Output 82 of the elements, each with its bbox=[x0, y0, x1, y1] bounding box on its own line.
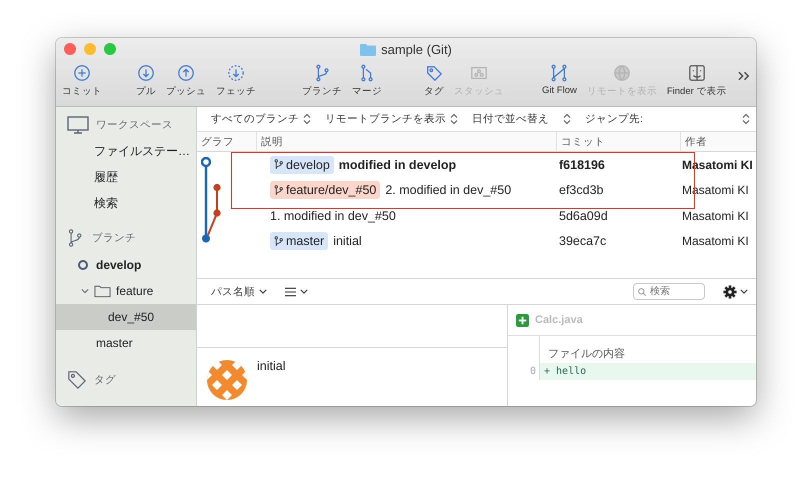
stash-box-icon bbox=[470, 64, 488, 82]
sidebar-item[interactable]: 検索 bbox=[56, 190, 196, 216]
chevron-down-icon bbox=[740, 289, 748, 294]
file-added-icon bbox=[516, 314, 529, 326]
stepper-icon[interactable] bbox=[742, 113, 750, 125]
jump-to-label: ジャンプ先: bbox=[585, 112, 643, 126]
commit-message: 2. modified in dev_#50 bbox=[385, 183, 512, 198]
sort-dropdown[interactable]: パス名順 bbox=[211, 284, 267, 298]
file-name: Calc.java bbox=[535, 314, 583, 326]
commit-message: 1. modified in dev_#50 bbox=[270, 208, 396, 223]
toolbar-button[interactable]: Finder で表示 bbox=[664, 64, 728, 98]
commit-hash: 39eca7c bbox=[558, 233, 608, 250]
section-header: ブランチ bbox=[92, 231, 136, 245]
search-input[interactable]: 検索 bbox=[650, 286, 700, 297]
branch-label[interactable]: feature/dev_#50 bbox=[270, 181, 380, 200]
toolbar-button[interactable]: Git Flow bbox=[540, 64, 579, 98]
finder-face-icon bbox=[688, 64, 706, 82]
branch-label[interactable]: develop bbox=[270, 156, 334, 174]
commit-hash: ef3cd3b bbox=[558, 182, 604, 200]
section-header: ワークスペース bbox=[96, 118, 173, 132]
folder-icon bbox=[94, 284, 111, 298]
up-arrow-circle-icon bbox=[177, 64, 195, 82]
avatar-icon bbox=[207, 360, 247, 400]
chevron-down-icon bbox=[300, 289, 308, 294]
search-field[interactable]: 検索 bbox=[633, 283, 705, 300]
sidebar-item[interactable]: 履歴 bbox=[56, 164, 196, 190]
list-icon bbox=[285, 286, 296, 296]
window-title: sample (Git) bbox=[381, 42, 452, 56]
branch-label[interactable]: master bbox=[270, 232, 328, 250]
toolbar-button[interactable]: フェッチ bbox=[214, 64, 258, 98]
toolbar-button[interactable]: ブランチ bbox=[300, 64, 344, 98]
diff-heading: ファイルの内容 bbox=[548, 346, 625, 361]
commit-author: Masatomi KI bbox=[681, 233, 750, 250]
branch-icon bbox=[274, 184, 283, 196]
tag-icon bbox=[67, 370, 87, 390]
column-header[interactable]: 説明 bbox=[256, 132, 556, 152]
globe-icon bbox=[612, 64, 631, 82]
commit-author: Masatomi KI bbox=[681, 208, 750, 225]
column-header[interactable]: グラフ bbox=[197, 132, 256, 152]
line-number: 0 bbox=[508, 363, 540, 380]
plus-circle-icon bbox=[73, 64, 91, 82]
toolbar-button[interactable]: コミット bbox=[60, 64, 104, 98]
toolbar-button[interactable]: タグ bbox=[422, 64, 446, 98]
sidebar-branch[interactable]: master bbox=[56, 330, 196, 356]
sidebar-branch[interactable]: dev_#50 bbox=[56, 304, 196, 330]
commit-message: modified in develop bbox=[338, 158, 456, 172]
diff-line: + hello bbox=[543, 366, 586, 377]
current-branch-icon bbox=[78, 260, 88, 270]
commit-message: initial bbox=[257, 359, 286, 373]
branch-icon bbox=[274, 159, 283, 170]
commit-hash: 5d6a09d bbox=[558, 208, 609, 225]
column-header[interactable]: 作者 bbox=[680, 132, 756, 152]
disclosure-chevron-icon[interactable] bbox=[81, 288, 89, 294]
toolbar-button[interactable]: プッシュ bbox=[164, 64, 208, 98]
filter-popup[interactable]: リモートブランチを表示 bbox=[325, 112, 458, 126]
commit-message: initial bbox=[333, 234, 362, 248]
settings-dropdown[interactable] bbox=[723, 284, 748, 298]
overflow-chevron-icon[interactable] bbox=[738, 71, 752, 81]
list-view-dropdown[interactable] bbox=[285, 286, 308, 296]
toolbar-button[interactable]: マージ bbox=[350, 64, 384, 98]
monitor-icon bbox=[67, 116, 89, 134]
toolbar-button[interactable]: プル bbox=[134, 64, 158, 98]
sidebar-item[interactable]: ファイルステー… bbox=[56, 138, 196, 164]
folder-icon bbox=[360, 42, 376, 56]
commit-hash: f618196 bbox=[558, 156, 606, 174]
search-icon bbox=[638, 286, 646, 296]
branch-folder[interactable]: feature bbox=[56, 278, 196, 304]
chevron-down-icon bbox=[259, 289, 267, 294]
stepper-icon bbox=[450, 113, 458, 125]
flow-graph-icon bbox=[550, 64, 568, 82]
column-header[interactable]: コミット bbox=[556, 132, 680, 152]
branch-icon bbox=[274, 236, 283, 247]
stepper-icon bbox=[303, 113, 311, 125]
filter-popup[interactable]: 日付で並べ替え bbox=[472, 112, 549, 126]
stepper-icon[interactable] bbox=[563, 113, 571, 125]
settings-icon bbox=[723, 284, 737, 298]
close-button[interactable] bbox=[64, 43, 76, 55]
section-header: タグ bbox=[94, 373, 116, 387]
sidebar-branch[interactable]: develop bbox=[56, 252, 196, 278]
filter-popup[interactable]: すべてのブランチ bbox=[211, 112, 311, 126]
tag-icon bbox=[425, 64, 443, 82]
down-arrow-circle-icon bbox=[137, 64, 155, 82]
